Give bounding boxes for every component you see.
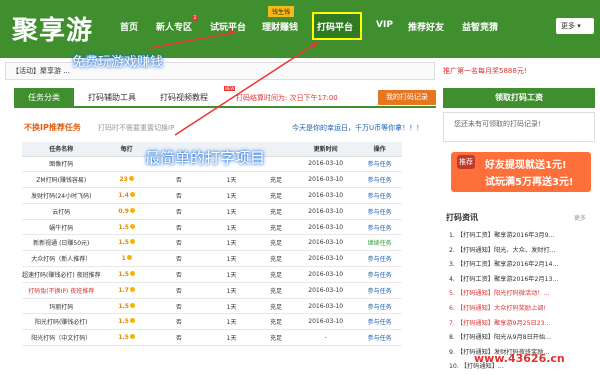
- arrow-trial-head: [229, 29, 236, 35]
- arrow-typing: [174, 41, 319, 136]
- site-watermark: www.43626.cn: [474, 352, 565, 365]
- arrow-trial: [149, 31, 237, 49]
- overlay-caption-1: 免费玩游戏赚钱: [72, 55, 164, 70]
- overlay-caption-2: 最简单的打字项目: [145, 149, 266, 167]
